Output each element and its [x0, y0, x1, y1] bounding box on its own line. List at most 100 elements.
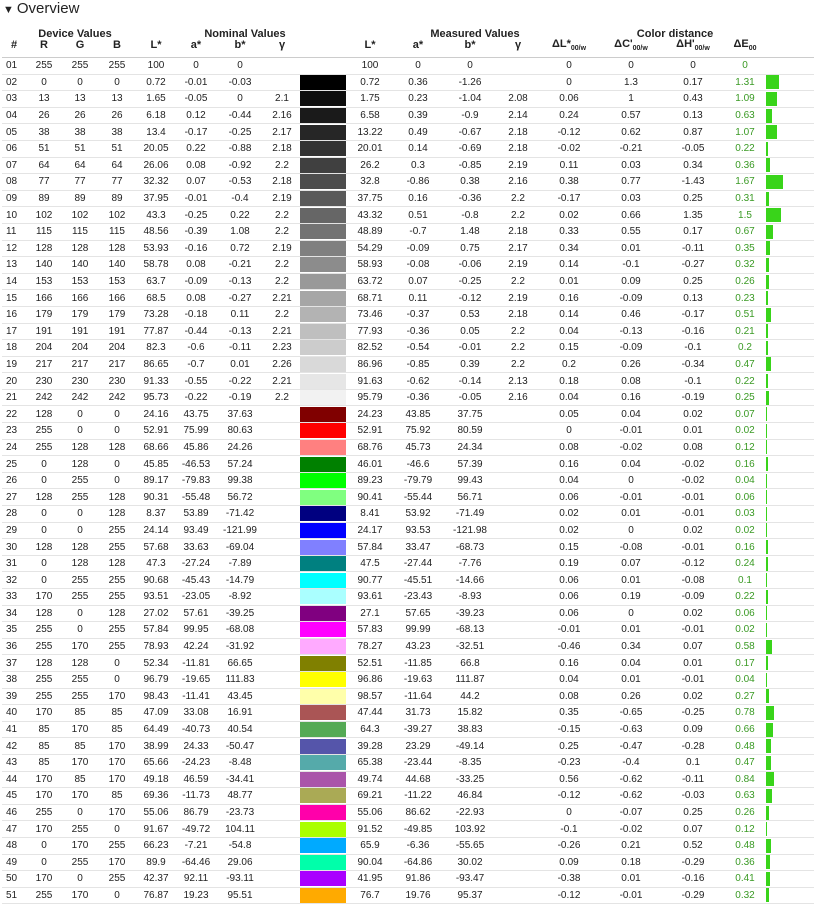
cell-measured-a: 45.73	[394, 439, 442, 457]
cell-delta-C: 0.01	[600, 505, 662, 523]
cell-delta-L: 0.16	[538, 455, 600, 473]
cell-r: 0	[26, 571, 62, 589]
cell-nominal-gamma	[264, 571, 300, 589]
overview-table: # R G B L* a* b* γ L* a* b* γ ΔL*00/w ΔC…	[2, 33, 814, 904]
cell-g: 128	[62, 555, 98, 573]
cell-nominal-a: 0.07	[176, 173, 216, 191]
cell-nominal-b: 37.63	[216, 405, 264, 424]
cell-nominal-gamma	[264, 804, 300, 822]
cell-measured-L: 47.44	[346, 704, 394, 722]
cell-delta-H: -0.29	[662, 854, 724, 872]
cell-delta-E: 0.47	[724, 356, 766, 374]
cell-delta-C: -0.65	[600, 704, 662, 722]
cell-delta-E: 1.09	[724, 90, 766, 108]
cell-measured-a: 91.86	[394, 870, 442, 888]
table-row: 20 230 230 230 91.33 -0.55 -0.22 2.21 91.63 -0.62…	[2, 372, 814, 390]
cell-swatch	[300, 688, 346, 706]
cell-swatch	[300, 638, 346, 656]
color-swatch	[300, 522, 346, 538]
color-swatch	[300, 605, 346, 621]
cell-nominal-gamma: 2.21	[264, 323, 300, 341]
cell-delta-E: 0.26	[724, 273, 766, 291]
cell-r: 255	[26, 804, 62, 822]
color-swatch	[300, 871, 346, 887]
cell-delta-L: 0	[538, 804, 600, 822]
cell-measured-L: 58.93	[346, 256, 394, 274]
cell-r: 153	[26, 273, 62, 291]
cell-measured-b: -22.93	[442, 804, 498, 822]
cell-nominal-a: 46.59	[176, 771, 216, 789]
cell-index: 01	[2, 57, 26, 75]
cell-delta-E: 0.31	[724, 190, 766, 208]
cell-swatch	[300, 555, 346, 573]
cell-nominal-b: -31.92	[216, 638, 264, 656]
overview-section-header[interactable]: ▼ Overview	[0, 0, 818, 18]
table-row: 39 255 255 170 98.43 -11.41 43.45 98.57 -11.64 44…	[2, 688, 814, 706]
color-swatch	[300, 240, 346, 256]
delta-E-bar	[766, 174, 783, 189]
cell-b: 51	[98, 140, 136, 158]
cell-g: 255	[62, 57, 98, 75]
cell-delta-H: 0.01	[662, 422, 724, 440]
cell-measured-b: -71.49	[442, 505, 498, 523]
cell-nominal-L: 96.79	[136, 671, 176, 689]
color-swatch	[300, 821, 346, 837]
cell-delta-C: 0.01	[600, 870, 662, 888]
cell-delta-C: 0.04	[600, 405, 662, 424]
cell-r: 0	[26, 854, 62, 872]
cell-delta-E-bar	[766, 273, 814, 291]
cell-measured-a: 99.99	[394, 621, 442, 639]
cell-delta-C: -0.08	[600, 538, 662, 556]
delta-E-bar	[766, 772, 774, 787]
cell-delta-H: -0.1	[662, 372, 724, 390]
cell-r: 255	[26, 887, 62, 904]
cell-delta-H: 0.09	[662, 721, 724, 739]
table-row: 13 140 140 140 58.78 0.08 -0.21 2.2 58.93 -0.08 -0…	[2, 256, 814, 274]
cell-measured-a: -0.37	[394, 306, 442, 324]
cell-delta-E: 0.24	[724, 555, 766, 573]
cell-delta-C: -0.47	[600, 737, 662, 755]
cell-nominal-a: -0.16	[176, 240, 216, 258]
cell-nominal-a: -0.55	[176, 372, 216, 390]
delta-E-bar	[766, 622, 767, 637]
cell-nominal-L: 49.18	[136, 771, 176, 789]
cell-r: 0	[26, 455, 62, 473]
cell-r: 85	[26, 754, 62, 772]
cell-measured-L: 100	[346, 57, 394, 75]
color-swatch	[300, 473, 346, 488]
cell-swatch	[300, 57, 346, 75]
delta-E-bar	[766, 573, 767, 588]
table-row: 06 51 51 51 20.05 0.22 -0.88 2.18 20.01 0.14 -0.69…	[2, 140, 814, 158]
cell-nominal-L: 32.32	[136, 173, 176, 191]
cell-swatch	[300, 538, 346, 556]
cell-measured-a: 0.51	[394, 206, 442, 224]
delta-E-bar	[766, 689, 769, 704]
cell-swatch	[300, 787, 346, 805]
cell-swatch	[300, 190, 346, 208]
cell-delta-E-bar	[766, 605, 814, 623]
delta-E-bar	[766, 274, 769, 289]
color-swatch	[300, 157, 346, 173]
cell-delta-L: -0.12	[538, 123, 600, 141]
cell-delta-C: 0.08	[600, 372, 662, 390]
cell-nominal-gamma	[264, 704, 300, 722]
cell-g: 26	[62, 107, 98, 125]
cell-nominal-L: 57.84	[136, 621, 176, 639]
table-row: 10 102 102 102 43.3 -0.25 0.22 2.2 43.32 0.51 -0.8…	[2, 206, 814, 224]
cell-measured-a: -11.22	[394, 787, 442, 805]
cell-nominal-a: 93.49	[176, 522, 216, 540]
cell-nominal-gamma: 2.2	[264, 206, 300, 224]
cell-measured-L: 69.21	[346, 787, 394, 805]
cell-delta-L: 0.18	[538, 372, 600, 390]
cell-delta-H: -0.12	[662, 555, 724, 573]
cell-b: 0	[98, 472, 136, 490]
cell-delta-E-bar	[766, 870, 814, 888]
cell-nominal-gamma: 2.19	[264, 190, 300, 208]
cell-measured-b: 24.34	[442, 439, 498, 457]
collapse-triangle-icon[interactable]: ▼	[3, 4, 14, 16]
table-row: 19 217 217 217 86.65 -0.7 0.01 2.26 86.96 -0.85 0.…	[2, 356, 814, 374]
cell-measured-L: 68.71	[346, 289, 394, 307]
cell-nominal-L: 68.66	[136, 439, 176, 457]
cell-nominal-a: -11.73	[176, 787, 216, 805]
cell-measured-gamma	[498, 571, 538, 589]
